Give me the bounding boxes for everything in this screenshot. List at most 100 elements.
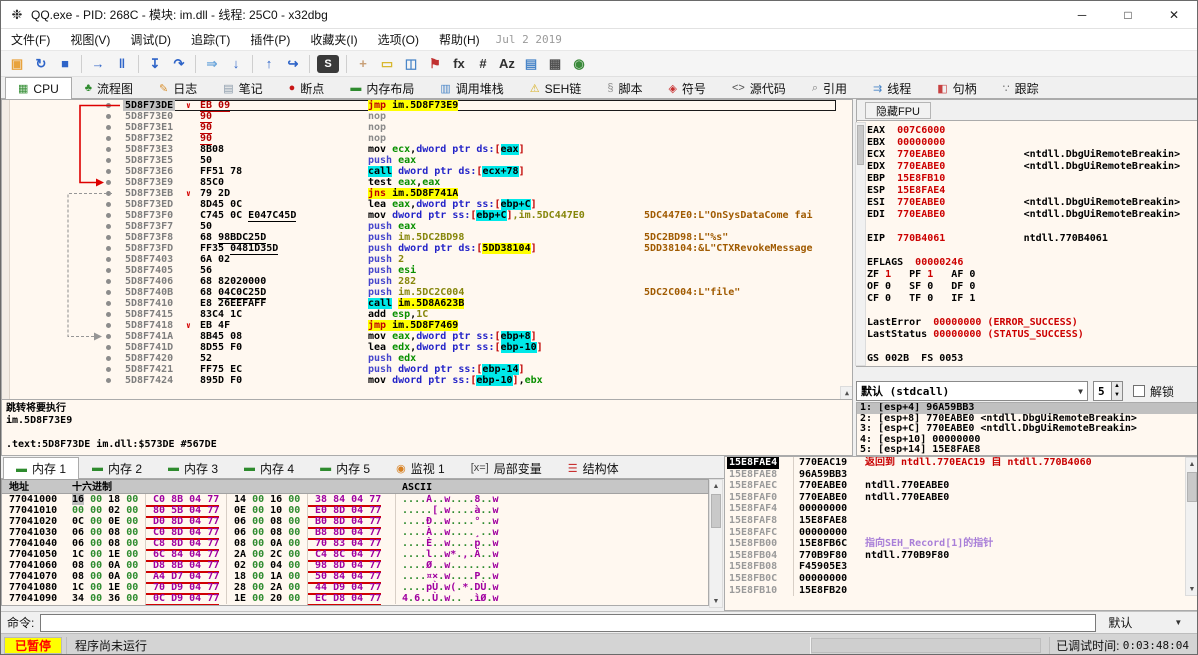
hex-byte[interactable]: 0E xyxy=(234,505,246,516)
disasm-row[interactable]: 5D8F73ED8D45 0Clea eax,dword ptr ss:[ebp… xyxy=(2,199,852,210)
breakpoint-dot[interactable] xyxy=(106,136,111,141)
tab-script[interactable]: §脚本 xyxy=(594,77,655,98)
hex-byte[interactable]: 18 xyxy=(108,494,120,505)
hex-byte[interactable]: 00 xyxy=(126,560,138,571)
hex-byte[interactable]: 02 xyxy=(108,505,120,516)
tab-handles[interactable]: ◧句柄 xyxy=(924,77,989,98)
hex-byte[interactable]: 08 xyxy=(72,571,84,582)
scroll-down-icon[interactable]: ▼ xyxy=(710,595,722,607)
hex-byte[interactable]: 06 xyxy=(72,538,84,549)
hex-byte[interactable]: 00 xyxy=(90,571,102,582)
disasm-row[interactable]: 5D8F741A8B45 08mov eax,dword ptr ss:[ebp… xyxy=(2,331,852,342)
register-line[interactable]: ESI 770EABE0 <ntdll.DbgUiRemoteBreakin> xyxy=(867,197,1198,209)
tab-dump-4[interactable]: ▬内存 4 xyxy=(231,457,307,478)
register-line[interactable]: EIP 770B4061 ntdll.770B4061 xyxy=(867,233,1198,245)
breakpoint-dot[interactable] xyxy=(106,378,111,383)
tab-symbols[interactable]: ◈符号 xyxy=(655,77,718,98)
breakpoint-dot[interactable] xyxy=(106,257,111,262)
step-over-icon[interactable]: ↷ xyxy=(168,53,190,75)
hex-byte[interactable]: 77 xyxy=(369,527,381,538)
hex-byte[interactable]: D9 xyxy=(171,593,183,604)
hex-byte[interactable]: 00 xyxy=(252,560,264,571)
argument-row[interactable]: 3: [esp+C] 770EABE0 <ntdll.DbgUiRemoteBr… xyxy=(857,424,1198,435)
menu-options[interactable]: 选项(O) xyxy=(368,29,429,50)
hex-byte[interactable]: 10 xyxy=(270,505,282,516)
tab-trace[interactable]: ∵跟踪 xyxy=(990,77,1052,98)
hex-byte[interactable]: 00 xyxy=(72,505,84,516)
stack-row[interactable]: 15E8FAE4770EAC19返回到 ntdll.770EAC19 自 ntd… xyxy=(725,457,1184,469)
hash-icon[interactable]: # xyxy=(472,53,494,75)
calculator-icon[interactable]: ▦ xyxy=(544,53,566,75)
hex-byte[interactable]: 77 xyxy=(207,494,219,505)
hex-byte[interactable]: 8B xyxy=(171,560,183,571)
hex-byte[interactable]: 5B xyxy=(171,505,183,516)
disasm-row[interactable]: 5D8F7424895D F0mov dword ptr ss:[ebp-10]… xyxy=(2,375,852,386)
dump-row[interactable]: 7704109034 00 36 000C D9 04 771E 00 20 0… xyxy=(2,593,708,604)
disasm-row[interactable]: 5D8F740B68 04C0C25Dpush im.5DC2C0045DC2C… xyxy=(2,287,852,298)
hex-byte[interactable]: 44 xyxy=(315,582,327,593)
hex-byte[interactable]: 00 xyxy=(252,549,264,560)
execute-till-return-icon[interactable]: ↑ xyxy=(258,53,280,75)
hex-byte[interactable]: C8 xyxy=(153,538,165,549)
hex-byte[interactable]: 08 xyxy=(72,560,84,571)
tab-notes[interactable]: ▤笔记 xyxy=(210,77,275,98)
hex-byte[interactable]: 04 xyxy=(189,538,201,549)
hex-byte[interactable]: 00 xyxy=(126,505,138,516)
hex-byte[interactable]: EC xyxy=(315,593,327,604)
hex-byte[interactable]: 00 xyxy=(126,582,138,593)
hex-byte[interactable]: 2C xyxy=(270,549,282,560)
breakpoint-dot[interactable] xyxy=(106,103,111,108)
menu-trace[interactable]: 追踪(T) xyxy=(181,29,240,50)
hex-byte[interactable]: 04 xyxy=(351,549,363,560)
disasm-row[interactable]: 5D8F73E550push eax xyxy=(2,155,852,166)
menu-plugins[interactable]: 插件(P) xyxy=(240,29,300,50)
menu-file[interactable]: 文件(F) xyxy=(1,29,60,50)
step-out-icon[interactable]: ↓ xyxy=(225,53,247,75)
breakpoint-dot[interactable] xyxy=(106,213,111,218)
stack-row[interactable]: 15E8FAEC770EABE0ntdll.770EABE0 xyxy=(725,480,1184,492)
hex-byte[interactable]: 77 xyxy=(207,571,219,582)
minimize-button[interactable]: ─ xyxy=(1059,1,1105,28)
hex-byte[interactable]: 70 xyxy=(153,582,165,593)
breakpoint-dot[interactable] xyxy=(106,312,111,317)
hex-byte[interactable]: 04 xyxy=(189,505,201,516)
hex-byte[interactable]: 02 xyxy=(234,560,246,571)
tab-cpu[interactable]: ▦CPU xyxy=(5,77,72,99)
hex-byte[interactable]: 00 xyxy=(288,560,300,571)
hex-byte[interactable]: 00 xyxy=(126,527,138,538)
hex-byte[interactable]: 00 xyxy=(90,505,102,516)
hex-byte[interactable]: 00 xyxy=(288,593,300,604)
tab-locals[interactable]: [x=]局部变量 xyxy=(458,457,555,478)
register-line[interactable] xyxy=(867,245,1198,257)
hex-byte[interactable]: C0 xyxy=(153,527,165,538)
menu-view[interactable]: 视图(V) xyxy=(60,29,120,50)
hex-byte[interactable]: D9 xyxy=(333,582,345,593)
register-line[interactable]: EAX 007C6000 xyxy=(867,125,1198,137)
breakpoint-dot[interactable] xyxy=(106,125,111,130)
hide-fpu-button[interactable]: 隐藏FPU xyxy=(865,102,931,119)
hex-byte[interactable]: 00 xyxy=(126,593,138,604)
disasm-row[interactable]: 5D8F740556push esi xyxy=(2,265,852,276)
hex-byte[interactable]: 00 xyxy=(288,538,300,549)
disasm-row[interactable]: 5D8F7418∨EB 4Fjmp im.5D8F7469 xyxy=(2,320,852,331)
hex-byte[interactable]: 80 xyxy=(153,505,165,516)
hex-byte[interactable]: 77 xyxy=(207,560,219,571)
breakpoint-dot[interactable] xyxy=(106,180,111,185)
breakpoint-dot[interactable] xyxy=(106,356,111,361)
hex-byte[interactable]: 77 xyxy=(207,505,219,516)
command-input[interactable] xyxy=(40,614,1096,632)
stack-row[interactable]: 15E8FAF400000000 xyxy=(725,503,1184,515)
dump-row[interactable]: 7704106008 00 0A 00D8 8B 04 7702 00 04 0… xyxy=(2,560,708,571)
hex-byte[interactable]: 77 xyxy=(369,505,381,516)
hex-byte[interactable]: 8D xyxy=(333,516,345,527)
hex-byte[interactable]: 77 xyxy=(369,571,381,582)
register-line[interactable]: LastError 00000000 (ERROR_SUCCESS) xyxy=(867,317,1198,329)
hex-byte[interactable]: 8D xyxy=(333,560,345,571)
register-line[interactable]: OF 0 SF 0 DF 0 xyxy=(867,281,1198,293)
register-line[interactable]: EDI 770EABE0 <ntdll.DbgUiRemoteBreakin> xyxy=(867,209,1198,221)
stack-row[interactable]: 15E8FB08F45905E3 xyxy=(725,561,1184,573)
register-line[interactable]: ESP 15E8FAE4 xyxy=(867,185,1198,197)
register-line[interactable]: EDX 770EABE0 <ntdll.DbgUiRemoteBreakin> xyxy=(867,161,1198,173)
hex-byte[interactable]: 77 xyxy=(369,582,381,593)
dump-row[interactable]: 770410801C 00 1E 0070 D9 04 7728 00 2A 0… xyxy=(2,582,708,593)
